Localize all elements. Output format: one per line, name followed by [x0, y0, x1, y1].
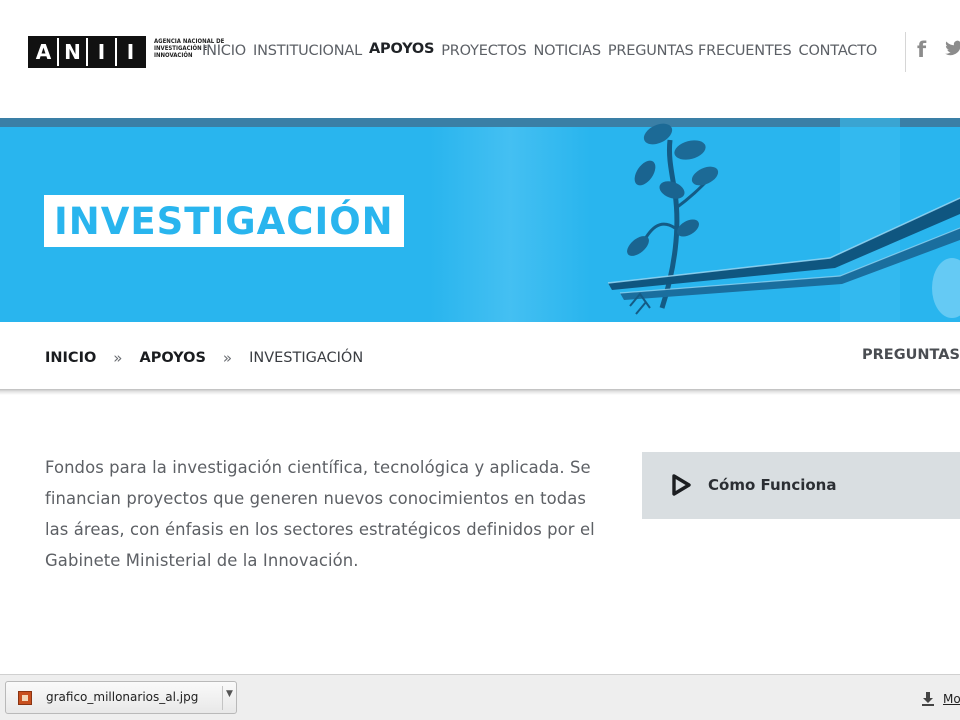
main-nav: INICIO INSTITUCIONAL APOYOS PROYECTOS NO…	[202, 41, 878, 59]
nav-contacto[interactable]: CONTACTO	[799, 43, 878, 59]
download-icon	[922, 692, 934, 706]
breadcrumb: INICIO » APOYOS » INVESTIGACIÓN	[45, 349, 363, 367]
como-funciona-label: Cómo Funciona	[708, 476, 837, 494]
breadcrumb-separator: »	[113, 349, 123, 367]
breadcrumb-inicio[interactable]: INICIO	[45, 350, 96, 366]
breadcrumb-current: INVESTIGACIÓN	[249, 350, 364, 366]
download-item[interactable]: grafico_millonarios_al.jpg ▼	[5, 681, 237, 714]
logo-letter: A	[30, 38, 59, 66]
twitter-icon[interactable]	[944, 38, 960, 58]
image-file-icon	[18, 691, 32, 705]
show-all-label: Mo	[943, 692, 960, 706]
preguntas-link[interactable]: PREGUNTAS	[862, 347, 960, 363]
play-icon	[672, 474, 691, 496]
program-description: Fondos para la investigación científica,…	[45, 452, 640, 576]
download-file-name: grafico_millonarios_al.jpg	[46, 690, 199, 704]
hero-background-blur	[430, 127, 590, 322]
como-funciona-button[interactable]: Cómo Funciona	[642, 452, 960, 519]
breadcrumb-apoyos[interactable]: APOYOS	[139, 350, 205, 366]
description-line: las áreas, con énfasis en los sectores e…	[45, 520, 595, 539]
nav-proyectos[interactable]: PROYECTOS	[441, 43, 526, 59]
hero-banner: INVESTIGACIÓN	[0, 118, 960, 322]
hero-title-box: INVESTIGACIÓN	[44, 195, 404, 247]
description-line: Fondos para la investigación científica,…	[45, 458, 591, 477]
breadcrumb-shadow	[0, 389, 960, 395]
site-header: A N I I AGENCIA NACIONAL DE INVESTIGACIÓ…	[0, 0, 960, 118]
chevron-down-icon[interactable]: ▼	[226, 689, 233, 699]
plant-tweezers-illustration	[607, 118, 960, 322]
anii-logo[interactable]: A N I I AGENCIA NACIONAL DE INVESTIGACIÓ…	[28, 36, 230, 68]
nav-institucional[interactable]: INSTITUCIONAL	[253, 43, 362, 59]
breadcrumb-separator: »	[222, 349, 233, 367]
nav-noticias[interactable]: NOTICIAS	[534, 43, 602, 59]
nav-preguntas-frecuentes[interactable]: PREGUNTAS FRECUENTES	[608, 43, 792, 59]
description-line: financian proyectos que generen nuevos c…	[45, 489, 587, 508]
social-divider	[905, 32, 906, 72]
breadcrumb-bar: INICIO » APOYOS » INVESTIGACIÓN PREGUNTA…	[0, 322, 960, 390]
browser-download-bar: grafico_millonarios_al.jpg ▼ Mo	[0, 674, 960, 720]
hero-title: INVESTIGACIÓN	[54, 199, 394, 243]
nav-inicio[interactable]: INICIO	[202, 43, 246, 59]
description-line: Gabinete Ministerial de la Innovación.	[45, 551, 359, 570]
logo-letter: N	[59, 38, 88, 66]
logo-letter: I	[117, 38, 144, 66]
download-item-divider	[222, 686, 223, 710]
show-all-downloads[interactable]: Mo	[920, 691, 960, 707]
logo-letter: I	[88, 38, 117, 66]
logo-mark: A N I I	[28, 36, 146, 68]
nav-apoyos[interactable]: APOYOS	[369, 41, 434, 59]
facebook-icon[interactable]: f	[917, 38, 937, 62]
